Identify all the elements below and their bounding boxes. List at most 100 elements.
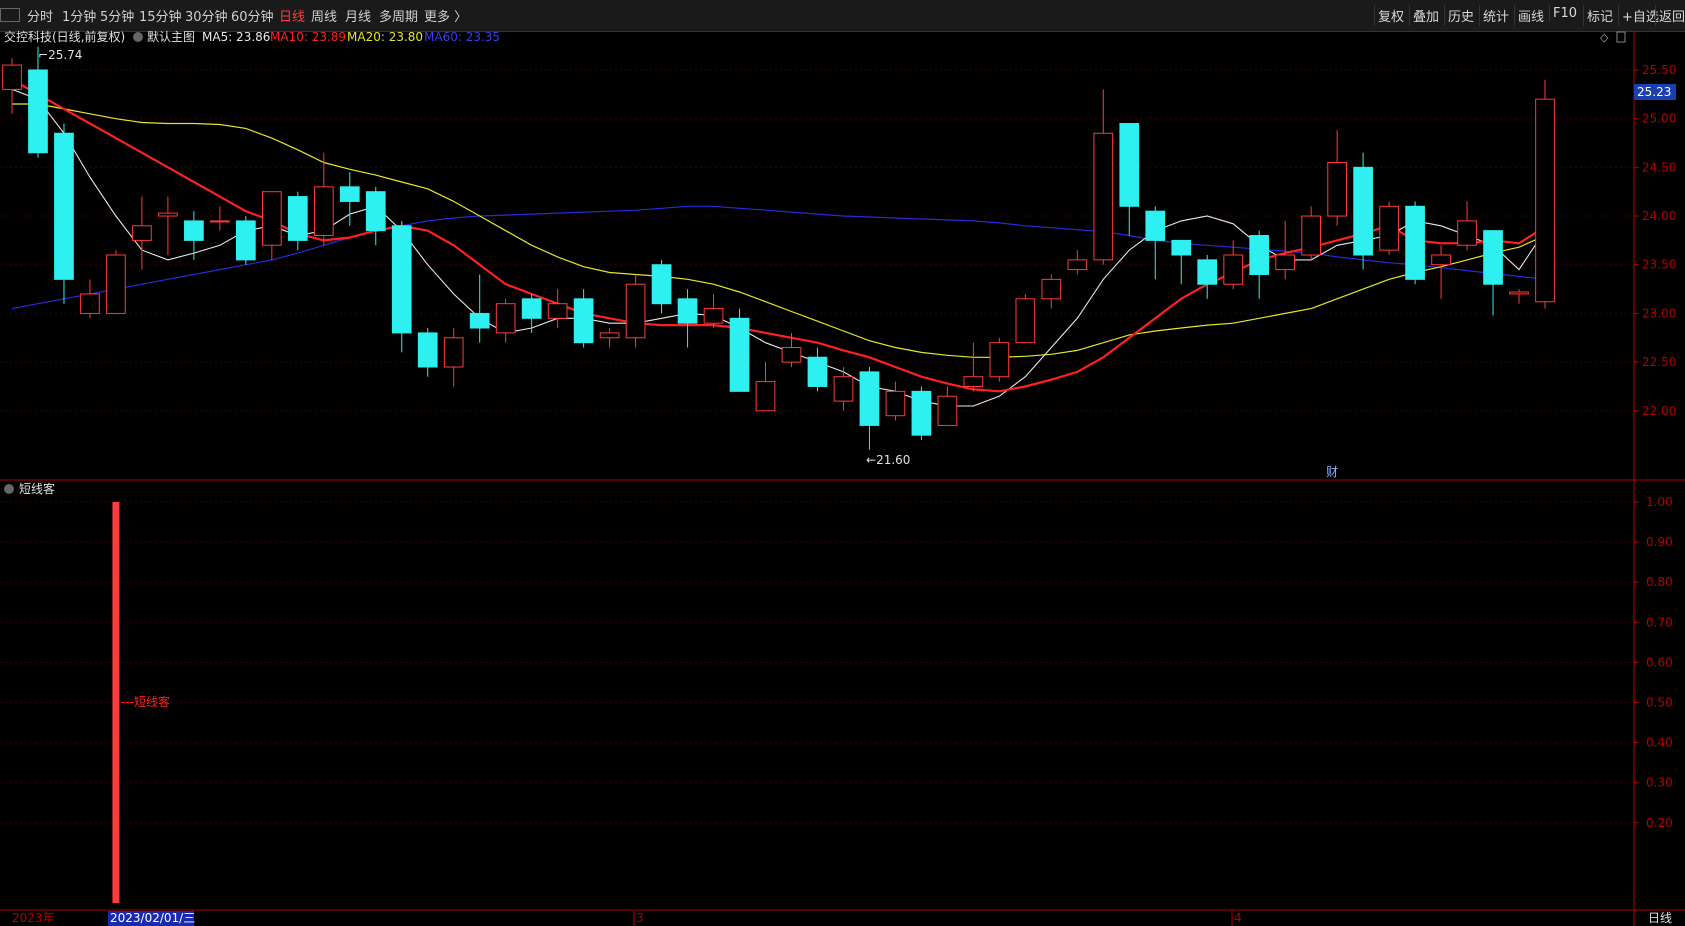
indicator-gear-icon[interactable] (4, 484, 14, 494)
candle-down (1197, 259, 1218, 285)
candle-up (599, 332, 620, 339)
candle-up (885, 390, 906, 417)
candle-down (651, 264, 672, 305)
candle-up (1327, 161, 1347, 217)
candle-up (703, 308, 724, 324)
candle-down (1353, 166, 1373, 256)
candle-down (184, 220, 204, 241)
price-tick-label: 25.50 (1642, 63, 1676, 77)
candle-down (28, 69, 48, 154)
low-marker: ←21.60 (866, 453, 910, 467)
candle-down (1171, 239, 1192, 256)
ma20-legend: MA20: 23.80 (347, 30, 423, 44)
candle-up (1535, 98, 1555, 303)
candle-up (495, 303, 516, 334)
candle-down (911, 390, 932, 436)
candle-up (158, 212, 178, 217)
candle-up (781, 347, 802, 363)
candle-down (469, 312, 490, 329)
candle-down (1483, 230, 1503, 285)
ma60-legend: MA60: 23.35 (424, 30, 500, 44)
price-tick-label: 23.00 (1642, 306, 1676, 320)
candle-up (1457, 220, 1477, 246)
candle-down (1145, 210, 1166, 241)
candle-down (365, 191, 386, 232)
candle-up (1223, 254, 1244, 285)
ma10-legend: MA10: 23.89 (270, 30, 346, 44)
last-price-value: 25.23 (1637, 85, 1671, 99)
candle-up (547, 303, 568, 319)
indicator-tick-label: 0.60 (1646, 655, 1673, 669)
candle-up (2, 64, 22, 90)
candle-up (1275, 254, 1296, 271)
indicator-tick-label: 1.00 (1646, 495, 1673, 509)
candle-down (1119, 123, 1140, 207)
period-indicator: 日线 (1648, 911, 1672, 925)
price-tick-label: 25.00 (1642, 112, 1676, 126)
candle-up (1093, 132, 1114, 261)
candle-up (1067, 259, 1088, 271)
indicator-signal-bar (112, 502, 120, 903)
candle-up (1041, 278, 1062, 300)
indicator-tick-label: 0.70 (1646, 615, 1673, 629)
indicator-tick-label: 0.90 (1646, 535, 1673, 549)
candle-down (573, 298, 594, 344)
cursor-date: 2023/02/01/三 (110, 911, 195, 925)
indicator-tick-label: 0.40 (1646, 736, 1673, 750)
candle-up (1509, 291, 1529, 295)
candle-up (755, 381, 776, 412)
price-tick-label: 23.50 (1642, 258, 1676, 272)
candle-up (625, 283, 646, 339)
high-marker: ⌐25.74 (38, 48, 82, 62)
candle-down (859, 371, 880, 426)
price-tick-label: 24.50 (1642, 160, 1676, 174)
indicator-tick-label: 0.80 (1646, 575, 1673, 589)
candle-up (443, 337, 464, 368)
indicator-tick-label: 0.20 (1646, 816, 1673, 830)
kline-chart[interactable]: 25.50 25.00 24.50 24.00 23.50 23.00 22.50 22.00… (0, 0, 1685, 926)
price-tick-label: 22.00 (1642, 404, 1676, 418)
candle-up (80, 293, 100, 314)
candle-up (132, 225, 152, 241)
main-chart-label[interactable]: 默认主图 (147, 29, 195, 44)
candle-up (833, 376, 854, 402)
candle-down (339, 186, 360, 202)
year-label: 2023年 (12, 911, 55, 925)
indicator-title[interactable]: 短线客 (19, 481, 55, 496)
candle-down (677, 298, 698, 324)
candle-up (261, 191, 282, 246)
candle-up (210, 220, 230, 223)
stock-title: 交控科技(日线,前复权) (4, 29, 125, 44)
candle-up (1015, 298, 1036, 344)
ma5-legend: MA5: 23.86 (202, 30, 270, 44)
candle-down (521, 298, 542, 319)
indicator-tick-label: 0.30 (1646, 776, 1673, 790)
candle-up (963, 376, 984, 387)
candle-down (391, 225, 412, 334)
candle-down (1405, 205, 1425, 280)
candle-down (417, 332, 438, 368)
panel-toggle-icon[interactable] (1616, 31, 1626, 43)
candle-down (1249, 235, 1270, 275)
candle-up (1301, 215, 1322, 256)
month-label-4: 4 (1234, 911, 1242, 925)
settings-gear-icon[interactable] (133, 32, 143, 42)
candle-down (235, 220, 256, 261)
candle-up (937, 395, 958, 426)
candle-down (807, 356, 828, 387)
candle-up (313, 186, 334, 237)
candle-up (1431, 254, 1451, 266)
candle-down (287, 196, 308, 241)
month-label-3: 3 (636, 911, 644, 925)
indicator-signal-label: ---短线客 (121, 694, 170, 709)
candle-up (106, 254, 126, 314)
financial-report-icon[interactable]: 财 (1326, 465, 1338, 479)
diamond-icon[interactable]: ◇ (1600, 31, 1609, 44)
candle-down (729, 317, 750, 392)
indicator-tick-label: 0.50 (1646, 696, 1673, 710)
candle-up (989, 342, 1010, 378)
candle-up (1379, 205, 1399, 251)
candle-down (54, 132, 74, 280)
price-tick-label: 24.00 (1642, 209, 1676, 223)
price-tick-label: 22.50 (1642, 355, 1676, 369)
